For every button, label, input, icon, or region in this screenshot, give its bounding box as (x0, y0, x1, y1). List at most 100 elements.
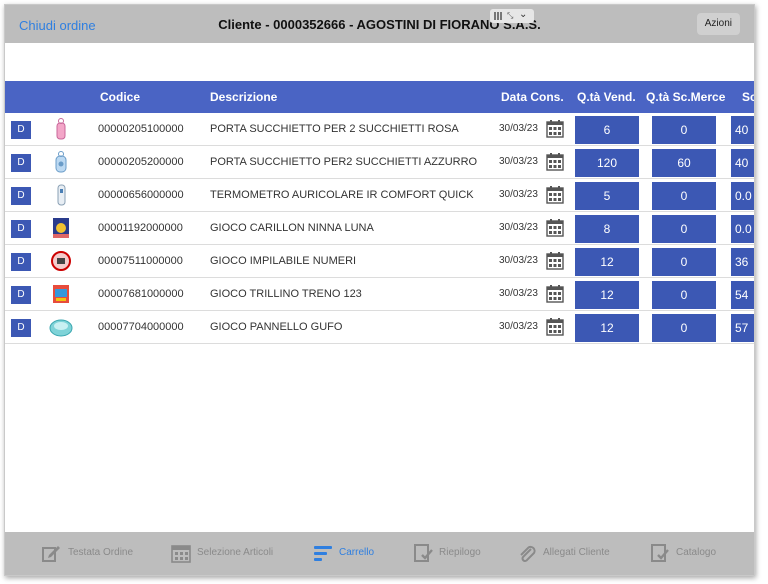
product-description: PORTA SUCCHIETTO PER2 SUCCHIETTI AZZURRO (210, 156, 478, 168)
calendar-icon[interactable] (546, 219, 564, 237)
tab-testata-ordine[interactable]: Testata Ordine (41, 532, 151, 575)
grid-icon (494, 12, 502, 20)
discount-field[interactable]: 0.0 (731, 182, 754, 210)
product-description: GIOCO TRILLINO TRENO 123 (210, 288, 362, 300)
tab-allegati-cliente[interactable]: Allegati Cliente (517, 532, 627, 575)
checklist-icon (413, 543, 433, 563)
tab-label: Selezione Articoli (197, 547, 274, 558)
discount-field[interactable]: 57 (731, 314, 754, 342)
product-thumbnail (49, 183, 73, 207)
table-row[interactable]: D 00007511000000 GIOCO IMPILABILE NUMERI 30… (5, 245, 754, 278)
product-description: TERMOMETRO AURICOLARE IR COMFORT QUICK (210, 189, 474, 201)
calendar-icon[interactable] (546, 153, 564, 171)
detail-button[interactable]: D (11, 154, 31, 172)
product-code: 00007704000000 (98, 321, 184, 333)
tab-carrello[interactable]: Carrello (313, 532, 423, 575)
paperclip-icon (517, 543, 537, 563)
table-row[interactable]: D 00007704000000 GIOCO PANNELLO GUFO 30/03/… (5, 311, 754, 344)
free-goods-quantity-field[interactable]: 0 (652, 248, 716, 276)
column-header-data-cons[interactable]: Data Cons. (501, 90, 564, 104)
tab-riepilogo[interactable]: Riepilogo (413, 532, 523, 575)
table-header: Codice Descrizione Data Cons. Q.tà Vend.… (5, 81, 754, 113)
cart-table-body: D 00000205100000 PORTA SUCCHIETTO PER 2 SU… (5, 113, 754, 344)
table-row[interactable]: D 00000656000000 TERMOMETRO AURICOLARE IR … (5, 179, 754, 212)
column-header-qta-sc-merce[interactable]: Q.tà Sc.Merce (646, 90, 725, 104)
discount-field[interactable]: 40 (731, 149, 754, 177)
sold-quantity-field[interactable]: 12 (575, 248, 639, 276)
table-row[interactable]: D 00007681000000 GIOCO TRILLINO TRENO 123 3… (5, 278, 754, 311)
window-drag-handle[interactable]: ⤡ ⌄ (490, 9, 534, 23)
free-goods-quantity-field[interactable]: 0 (652, 182, 716, 210)
product-code: 00000205200000 (98, 156, 184, 168)
detail-button[interactable]: D (11, 286, 31, 304)
edit-document-icon (41, 543, 61, 563)
free-goods-quantity-field[interactable]: 0 (652, 314, 716, 342)
column-header-sc[interactable]: Sc (742, 90, 754, 104)
sold-quantity-field[interactable]: 12 (575, 281, 639, 309)
table-row[interactable]: D 00000205200000 PORTA SUCCHIETTO PER2 SUC… (5, 146, 754, 179)
detail-button[interactable]: D (11, 121, 31, 139)
calendar-grid-icon (171, 543, 191, 563)
calendar-icon[interactable] (546, 285, 564, 303)
delivery-date: 30/03/23 (499, 123, 538, 134)
product-code: 00001192000000 (98, 222, 183, 234)
cart-bars-icon (313, 543, 333, 563)
sold-quantity-field[interactable]: 6 (575, 116, 639, 144)
table-row[interactable]: D 00001192000000 GIOCO CARILLON NINNA LUNA… (5, 212, 754, 245)
calendar-icon[interactable] (546, 120, 564, 138)
product-thumbnail (49, 150, 73, 174)
tab-label: Allegati Cliente (543, 547, 610, 558)
column-header-codice[interactable]: Codice (100, 90, 140, 104)
free-goods-quantity-field[interactable]: 60 (652, 149, 716, 177)
product-description: GIOCO IMPILABILE NUMERI (210, 255, 357, 267)
product-description: GIOCO PANNELLO GUFO (210, 321, 343, 333)
product-description: PORTA SUCCHIETTO PER 2 SUCCHIETTI ROSA (210, 123, 459, 135)
product-thumbnail (49, 249, 73, 273)
app-window: Chiudi ordine Cliente - 0000352666 - AGO… (4, 4, 755, 576)
detail-button[interactable]: D (11, 253, 31, 271)
column-header-descrizione[interactable]: Descrizione (210, 90, 277, 104)
tab-label: Riepilogo (439, 547, 481, 558)
sold-quantity-field[interactable]: 12 (575, 314, 639, 342)
free-goods-quantity-field[interactable]: 0 (652, 116, 716, 144)
product-code: 00007681000000 (98, 288, 184, 300)
discount-field[interactable]: 54 (731, 281, 754, 309)
actions-button[interactable]: Azioni (696, 13, 740, 35)
chevron-down-icon: ⌄ (519, 9, 528, 20)
product-code: 00007511000000 (98, 255, 183, 267)
discount-field[interactable]: 36 (731, 248, 754, 276)
sold-quantity-field[interactable]: 120 (575, 149, 639, 177)
discount-field[interactable]: 0.0 (731, 215, 754, 243)
delivery-date: 30/03/23 (499, 156, 538, 167)
delivery-date: 30/03/23 (499, 189, 538, 200)
product-thumbnail (49, 282, 73, 306)
discount-field[interactable]: 40 (731, 116, 754, 144)
free-goods-quantity-field[interactable]: 0 (652, 281, 716, 309)
sold-quantity-field[interactable]: 5 (575, 182, 639, 210)
sold-quantity-field[interactable]: 8 (575, 215, 639, 243)
table-row[interactable]: D 00000205100000 PORTA SUCCHIETTO PER 2 SU… (5, 113, 754, 146)
detail-button[interactable]: D (11, 319, 31, 337)
detail-button[interactable]: D (11, 220, 31, 238)
calendar-icon[interactable] (546, 318, 564, 336)
delivery-date: 30/03/23 (499, 255, 538, 266)
tab-label: Carrello (339, 547, 375, 558)
tab-label: Catalogo (676, 547, 717, 558)
column-header-qta-vend[interactable]: Q.tà Vend. (577, 90, 636, 104)
product-thumbnail (49, 117, 73, 141)
product-code: 00000205100000 (98, 123, 184, 135)
catalog-check-icon (650, 543, 670, 563)
tab-catalogo[interactable]: Catalogo (650, 532, 754, 575)
delivery-date: 30/03/23 (499, 321, 538, 332)
detail-button[interactable]: D (11, 187, 31, 205)
top-navigation-bar: Chiudi ordine Cliente - 0000352666 - AGO… (5, 5, 754, 43)
product-code: 00000656000000 (98, 189, 184, 201)
delivery-date: 30/03/23 (499, 222, 538, 233)
free-goods-quantity-field[interactable]: 0 (652, 215, 716, 243)
page-title: Cliente - 0000352666 - AGOSTINI DI FIORA… (218, 17, 541, 32)
tab-selezione-articoli[interactable]: Selezione Articoli (171, 532, 281, 575)
product-thumbnail (49, 315, 73, 339)
delivery-date: 30/03/23 (499, 288, 538, 299)
calendar-icon[interactable] (546, 252, 564, 270)
calendar-icon[interactable] (546, 186, 564, 204)
